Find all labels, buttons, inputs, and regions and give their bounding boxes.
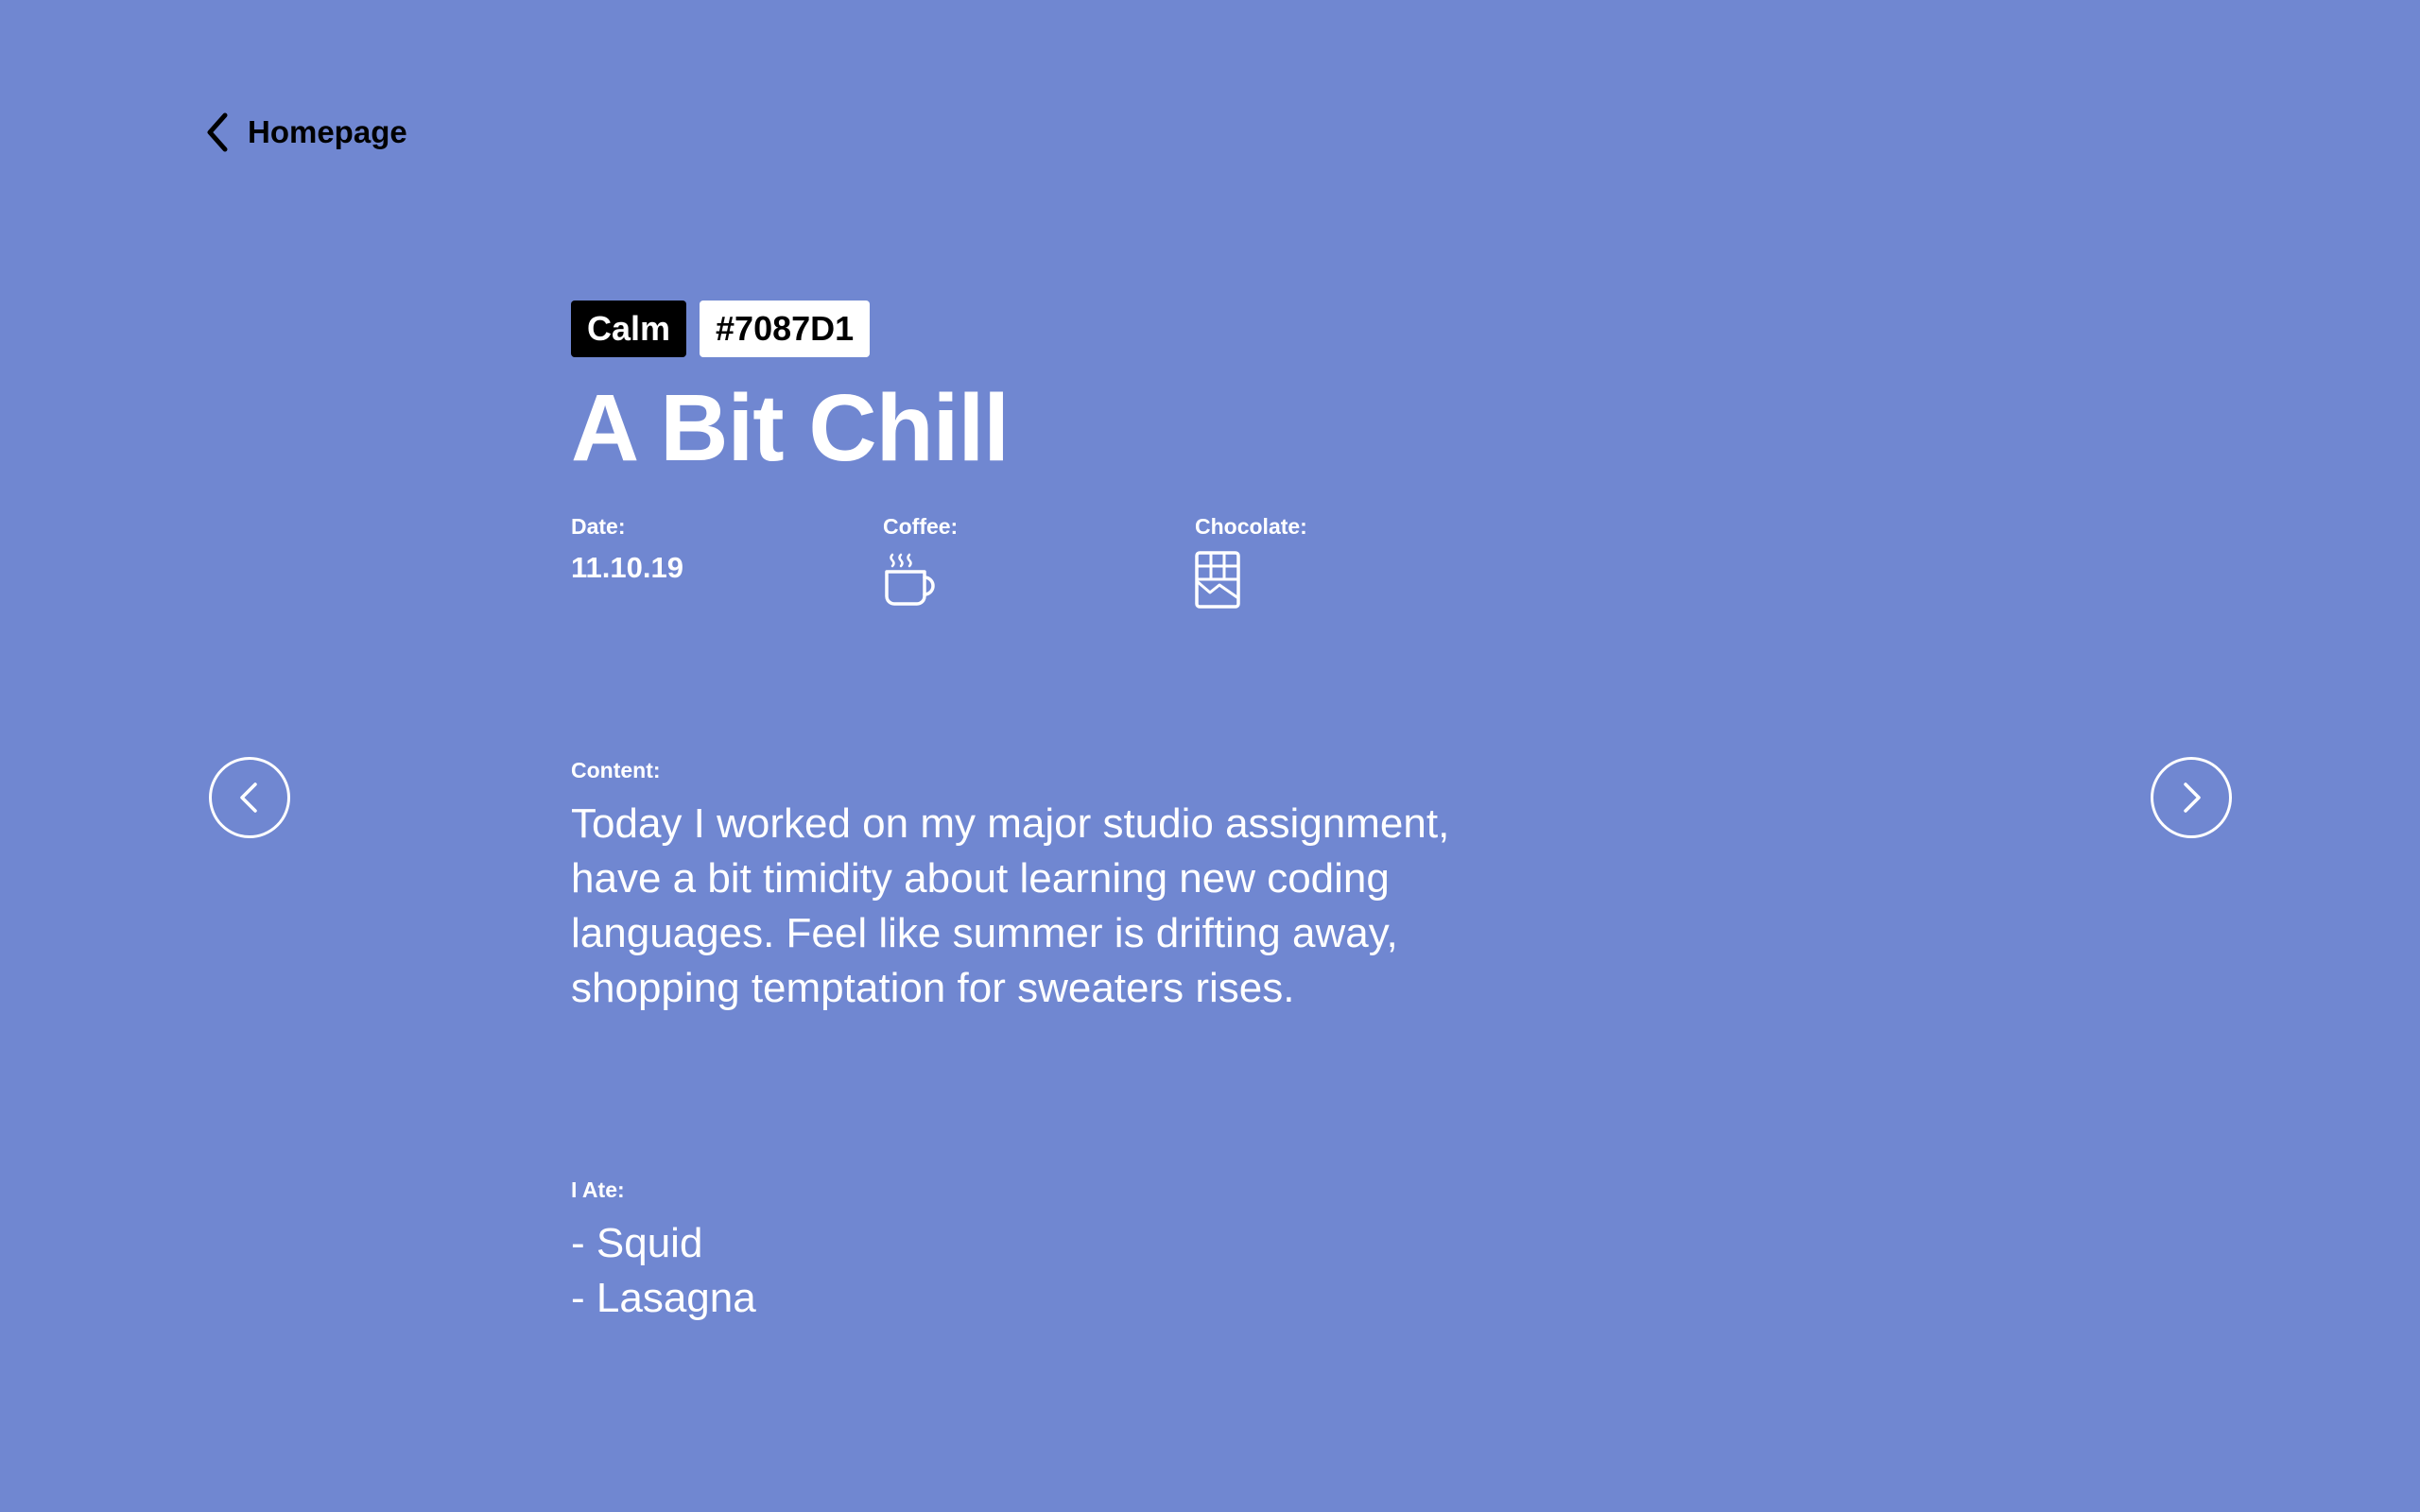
content-label: Content: [571, 758, 661, 782]
back-link-label: Homepage [248, 114, 407, 149]
entry-meta: Date: 11.10.19 Coffee: Chocolate: [571, 516, 1705, 614]
content-text: Today I worked on my major studio assign… [571, 800, 1450, 1011]
ate-label: I Ate: [571, 1177, 625, 1202]
coffee-label: Coffee: [883, 514, 959, 539]
date-field: Date: 11.10.19 [571, 516, 883, 614]
chocolate-label: Chocolate: [1195, 514, 1307, 539]
ate-list: - Squid - Lasagna [571, 1216, 756, 1326]
content-section: Content: Today I worked on my major stud… [571, 758, 1516, 1016]
chevron-left-icon [204, 112, 231, 153]
chocolate-field: Chocolate: [1195, 516, 1507, 614]
coffee-field: Coffee: [883, 516, 1195, 614]
list-item: - Squid [571, 1220, 703, 1266]
chocolate-bar-icon [1195, 551, 1507, 614]
date-label: Date: [571, 514, 626, 539]
next-entry-button[interactable] [2150, 756, 2233, 839]
list-item: - Lasagna [571, 1275, 756, 1321]
color-code-tag: #7087D1 [700, 301, 871, 357]
mood-tag: Calm [571, 301, 687, 357]
coffee-cup-icon [883, 551, 1195, 612]
date-value: 11.10.19 [571, 551, 683, 584]
circle-chevron-right-icon [2150, 757, 2233, 843]
tag-group: Calm #7087D1 [571, 301, 1705, 357]
back-to-homepage-link[interactable]: Homepage [204, 112, 407, 153]
entry-header: Calm #7087D1 A Bit Chill Date: 11.10.19 … [571, 301, 1705, 614]
ate-section: I Ate: - Squid - Lasagna [571, 1177, 756, 1326]
previous-entry-button[interactable] [208, 756, 291, 839]
circle-chevron-left-icon [208, 757, 291, 843]
entry-title: A Bit Chill [571, 375, 1010, 481]
